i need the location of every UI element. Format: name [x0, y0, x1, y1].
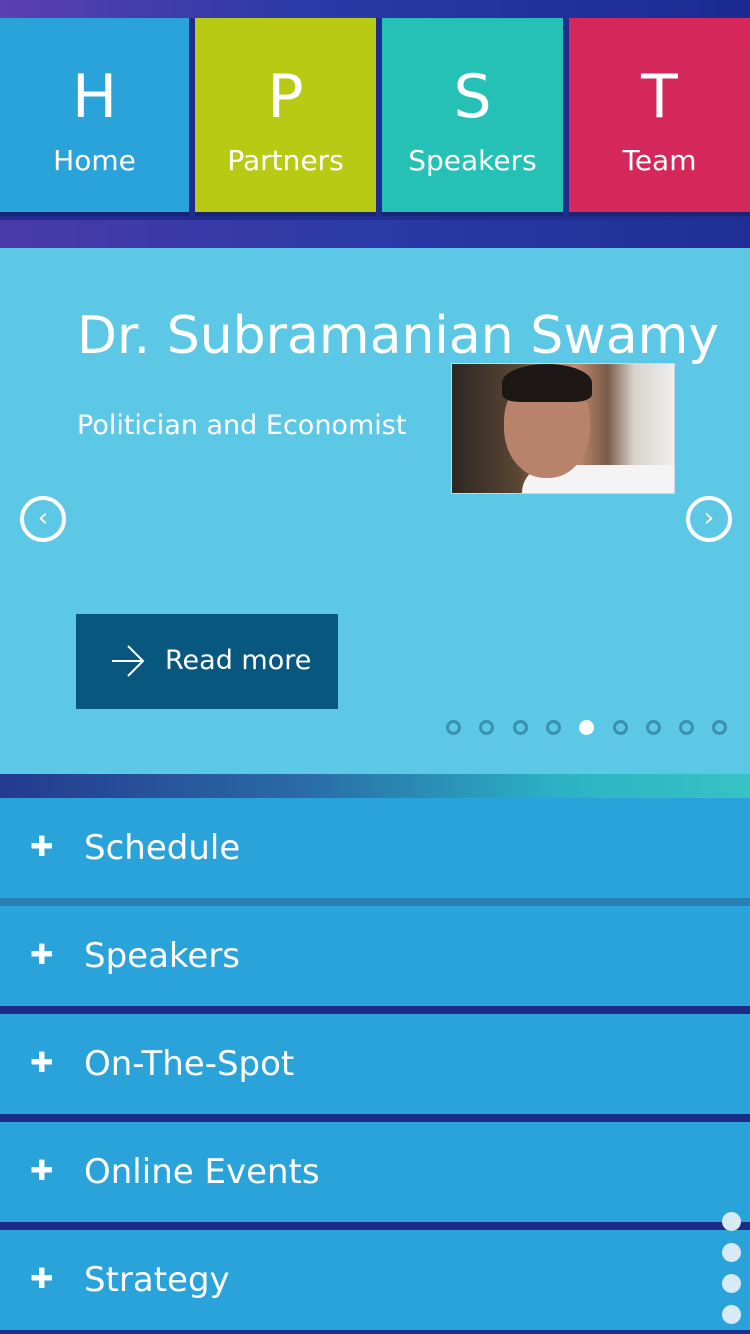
slider-dot[interactable] — [545, 720, 561, 735]
tile-speakers-letter: S — [453, 62, 492, 132]
plus-icon: ✚ — [30, 830, 54, 863]
chevron-left-icon: ‹ — [37, 503, 49, 533]
slider-dot[interactable] — [612, 720, 628, 735]
plus-icon: ✚ — [30, 938, 54, 971]
speaker-name: Dr. Subramanian Swamy — [77, 306, 720, 366]
tile-team-letter: T — [641, 62, 678, 132]
accordion-on-the-spot[interactable]: ✚ On-The-Spot — [0, 1014, 750, 1114]
slider-dot[interactable] — [645, 720, 661, 735]
tile-partners-letter: P — [267, 62, 304, 132]
slider-dot[interactable] — [679, 720, 695, 735]
tile-team[interactable]: T Team — [569, 18, 750, 216]
divider — [0, 1222, 750, 1230]
chevron-right-icon: › — [703, 503, 715, 533]
speaker-photo — [451, 363, 675, 494]
more-options-icon[interactable] — [722, 1212, 742, 1334]
accordion-online-events[interactable]: ✚ Online Events — [0, 1122, 750, 1222]
divider — [0, 898, 750, 906]
accordion-speakers[interactable]: ✚ Speakers — [0, 906, 750, 1006]
slider-prev-button[interactable]: ‹ — [20, 496, 66, 542]
tile-partners-label: Partners — [227, 144, 344, 177]
accordion-label: Strategy — [84, 1260, 230, 1300]
slider-pagination — [446, 720, 746, 744]
accordion-label: On-The-Spot — [84, 1044, 295, 1084]
accordion-label: Schedule — [84, 828, 241, 868]
accordion-schedule[interactable]: ✚ Schedule — [0, 798, 750, 898]
divider-band — [0, 220, 750, 248]
plus-icon: ✚ — [30, 1154, 54, 1187]
slider-dot[interactable] — [479, 720, 495, 735]
accordion-strategy[interactable]: ✚ Strategy — [0, 1230, 750, 1330]
gradient-divider — [0, 774, 750, 798]
divider — [0, 1114, 750, 1122]
speaker-slider[interactable]: Dr. Subramanian Swamy Politician and Eco… — [0, 248, 750, 774]
arrow-right-icon — [112, 645, 145, 677]
speaker-title: Politician and Economist — [77, 410, 407, 441]
tile-speakers[interactable]: S Speakers — [382, 18, 563, 216]
tile-team-label: Team — [622, 144, 697, 177]
nav-tiles: H Home P Partners S Speakers T Team — [0, 18, 750, 218]
slider-dot[interactable] — [512, 720, 528, 735]
plus-icon: ✚ — [30, 1262, 54, 1295]
read-more-button[interactable]: Read more — [76, 614, 338, 709]
read-more-label: Read more — [165, 645, 312, 676]
slider-dot[interactable] — [579, 720, 595, 735]
tile-home-label: Home — [53, 144, 136, 177]
accordion-label: Speakers — [84, 936, 241, 976]
plus-icon: ✚ — [30, 1046, 54, 1079]
accordion-label: Online Events — [84, 1152, 320, 1192]
slider-dot[interactable] — [712, 720, 728, 735]
slider-dot[interactable] — [446, 720, 461, 735]
tile-partners[interactable]: P Partners — [195, 18, 376, 216]
tile-speakers-label: Speakers — [408, 144, 537, 177]
slider-next-button[interactable]: › — [686, 496, 732, 542]
divider — [0, 1006, 750, 1014]
tile-home[interactable]: H Home — [0, 18, 189, 216]
top-gradient-bar — [0, 0, 750, 18]
tile-home-letter: H — [71, 62, 118, 132]
